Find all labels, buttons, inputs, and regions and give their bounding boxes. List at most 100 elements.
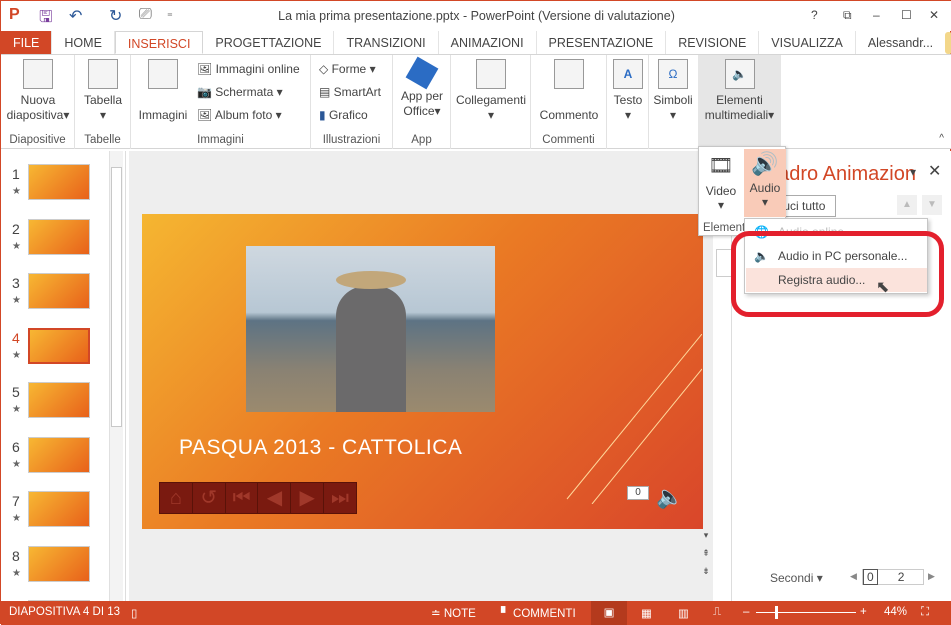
slide-thumbnail[interactable]	[28, 436, 90, 473]
tab-transizioni[interactable]: TRANSIZIONI	[334, 31, 439, 54]
tab-file[interactable]: FILE	[1, 31, 53, 54]
group-label: Immagini	[197, 134, 244, 146]
zoom-out-button[interactable]: –	[743, 606, 749, 618]
animation-star-icon: ★	[12, 567, 21, 579]
return-icon[interactable]: ↺	[193, 483, 226, 513]
seconds-dropdown[interactable]: Secondi ▾	[770, 571, 823, 585]
slideshow-button[interactable]: ⎍	[713, 606, 721, 619]
notes-button[interactable]: ≐ NOTE	[431, 606, 476, 620]
screenshot-button[interactable]: 📷 Schermata ▾	[197, 85, 283, 99]
links-button[interactable]: Collegamenti ▾	[455, 59, 527, 123]
smartart-button[interactable]: ▤ SmartArt	[319, 85, 381, 99]
next-icon[interactable]: ▶	[291, 483, 325, 513]
pictures-button[interactable]: Immagini	[135, 59, 191, 123]
fit-slide-button[interactable]: ⛶	[921, 606, 929, 619]
reading-view-button[interactable]: ▥	[678, 606, 689, 620]
avatar[interactable]	[945, 32, 951, 54]
label: Schermata	[215, 85, 274, 99]
picture-icon	[148, 59, 178, 89]
close-button[interactable]: ✕	[929, 8, 939, 22]
animation-star-icon: ★	[12, 240, 21, 252]
slide-navigation-buttons: ⌂ ↺ ⏮ ◀ ▶ ⏭	[159, 482, 357, 514]
spell-check-icon[interactable]: ▯	[131, 606, 137, 620]
editor-scroll-controls[interactable]: ▾ ⇞ ⇟	[699, 526, 713, 580]
window-title: La mia prima presentazione.pptx - PowerP…	[278, 9, 675, 23]
label: Album foto	[214, 108, 273, 122]
slide-photo[interactable]	[246, 246, 495, 412]
slide-thumbnails-pane: 1★2★3★4★5★6★7★8★9	[1, 151, 126, 618]
slide-thumbnail[interactable]	[28, 491, 90, 527]
new-slide-button[interactable]: Nuova diapositiva▾	[3, 59, 73, 123]
zoom-level[interactable]: 44%	[884, 606, 907, 618]
slide-title[interactable]: PASQUA 2013 - CATTOLICA	[179, 436, 462, 460]
decorative-lines	[566, 334, 702, 504]
shapes-button[interactable]: ◇ Forme ▾	[319, 62, 376, 76]
tab-inserisci[interactable]: INSERISCI	[114, 31, 204, 54]
timeline-scale[interactable]: 02	[862, 569, 924, 585]
tab-visualizza[interactable]: VISUALIZZA	[759, 31, 856, 54]
group-immagini: Immagini 🖼 Immagini online 📷 Schermata ▾…	[131, 55, 311, 149]
symbols-button[interactable]: Ω Simboli ▾	[651, 59, 695, 123]
table-button[interactable]: Tabella ▾	[81, 59, 125, 123]
new-slide-icon	[23, 59, 53, 89]
online-pictures-button[interactable]: 🖼 Immagini online	[197, 62, 300, 76]
timeline-right-arrow[interactable]: ▶	[928, 571, 935, 582]
media-button[interactable]: 🔈 Elementi multimediali▾	[698, 55, 781, 149]
help-icon[interactable]: ?	[811, 8, 818, 22]
tab-home[interactable]: HOME	[52, 31, 115, 54]
apps-for-office-button[interactable]: App per Office▾	[397, 56, 447, 119]
group-label: Tabelle	[84, 134, 121, 146]
collapse-ribbon-icon[interactable]: ^	[939, 133, 944, 144]
zoom-slider-thumb[interactable]	[775, 606, 778, 619]
pane-options-icon[interactable]: ▾	[910, 165, 916, 179]
label: Elementi	[716, 93, 763, 107]
group-label: Element	[703, 222, 746, 234]
maximize-button[interactable]: ☐	[901, 8, 912, 22]
slide-sorter-button[interactable]: ▦	[641, 606, 652, 620]
first-icon[interactable]: ⏮	[226, 483, 259, 513]
audio-button[interactable]: 🔊 Audio ▾	[744, 149, 786, 217]
slide-thumbnail[interactable]	[28, 164, 90, 200]
highlight-annotation-ring	[731, 231, 944, 317]
pane-close-icon[interactable]: ✕	[928, 161, 941, 181]
tab-revisione[interactable]: REVISIONE	[666, 31, 760, 54]
thumbnails-scrollbar[interactable]	[109, 151, 123, 601]
ribbon-display-icon[interactable]: ⧉	[843, 8, 852, 23]
user-account[interactable]: Alessandr... ▾	[856, 31, 945, 74]
move-down-button[interactable]: ▼	[922, 195, 942, 215]
move-up-button[interactable]: ▲	[897, 195, 917, 215]
zoom-in-button[interactable]: +	[860, 606, 867, 618]
label: Collegamenti	[455, 93, 527, 107]
slide-thumbnail[interactable]	[28, 273, 90, 309]
video-button[interactable]: 🎞 Video ▾	[701, 149, 741, 217]
group-app: App per Office▾ App	[393, 55, 451, 149]
last-icon[interactable]: ⏭	[324, 483, 356, 513]
slide-thumbnail[interactable]	[28, 382, 90, 418]
chart-button[interactable]: ▮ Grafico	[319, 108, 368, 122]
home-icon[interactable]: ⌂	[160, 483, 193, 513]
zoom-slider[interactable]	[756, 612, 856, 613]
slide-thumbnail[interactable]	[28, 545, 90, 582]
normal-view-button[interactable]: ▣	[591, 601, 627, 625]
minimize-button[interactable]: –	[873, 8, 880, 22]
scrollbar-thumb[interactable]	[111, 167, 122, 427]
photo-album-button[interactable]: 🖼 Album foto ▾	[197, 108, 282, 122]
slide-number: 4	[12, 329, 20, 346]
text-icon: A	[613, 59, 643, 89]
previous-icon[interactable]: ◀	[258, 483, 292, 513]
speaker-icon: 🔊	[751, 151, 779, 176]
tab-progettazione[interactable]: PROGETTAZIONE	[203, 31, 335, 54]
slide-number: 1	[12, 166, 20, 182]
tab-animazioni[interactable]: ANIMAZIONI	[439, 31, 537, 54]
text-button[interactable]: A Testo ▾	[609, 59, 647, 123]
animation-star-icon: ★	[12, 295, 21, 306]
slide-thumbnail[interactable]	[28, 327, 90, 364]
comments-button[interactable]: ▘ COMMENTI	[501, 606, 576, 620]
group-commenti: Commento Commenti	[531, 55, 607, 149]
slide-canvas[interactable]: PASQUA 2013 - CATTOLICA ⌂ ↺ ⏮ ◀ ▶ ⏭ 0 🔈	[142, 214, 703, 529]
tab-presentazione[interactable]: PRESENTAZIONE	[537, 31, 667, 54]
comment-button[interactable]: Commento	[535, 59, 603, 123]
timeline-left-arrow[interactable]: ◀	[850, 571, 857, 582]
slide-thumbnail[interactable]	[28, 218, 90, 255]
table-icon	[88, 59, 118, 89]
